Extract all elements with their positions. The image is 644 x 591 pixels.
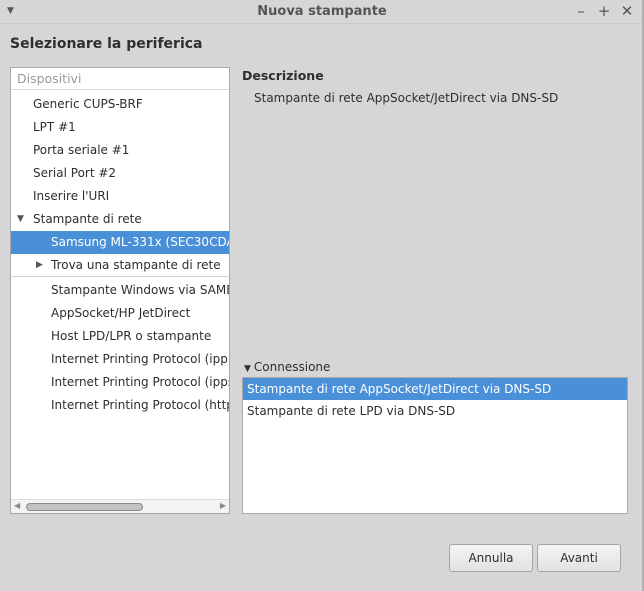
device-item-serial1[interactable]: Porta seriale #1	[11, 139, 229, 162]
expander-down-icon: ▼	[244, 364, 251, 374]
cancel-button[interactable]: Annulla	[449, 544, 533, 572]
device-item-serial2[interactable]: Serial Port #2	[11, 162, 229, 185]
device-item-label: LPT #1	[33, 120, 76, 134]
connection-list[interactable]: Stampante di rete AppSocket/JetDirect vi…	[242, 377, 628, 514]
device-item-label: AppSocket/HP JetDirect	[51, 306, 191, 320]
expander-down-icon[interactable]: ▼	[17, 208, 24, 231]
connection-item-lpd-dnssd[interactable]: Stampante di rete LPD via DNS-SD	[243, 400, 627, 422]
device-group-network-printer[interactable]: ▼ Stampante di rete	[11, 208, 229, 231]
connection-label: Connessione	[253, 360, 331, 374]
device-item-label: Internet Printing Protocol (ipps)	[51, 375, 229, 389]
device-item-label: Stampante Windows via SAMBA	[51, 283, 229, 297]
device-item-generic-cups-brf[interactable]: Generic CUPS-BRF	[11, 93, 229, 116]
device-group-find-network-printer[interactable]: ▶ Trova una stampante di rete	[11, 254, 229, 277]
device-item-samsung-ml331x[interactable]: Samsung ML-331x (SEC30CDA7	[11, 231, 229, 254]
scroll-left-icon[interactable]: ◀	[14, 501, 20, 510]
expander-right-icon[interactable]: ▶	[36, 254, 43, 276]
scrollbar-thumb[interactable]	[26, 503, 143, 511]
window-title: Nuova stampante	[257, 4, 387, 19]
device-item-https[interactable]: Internet Printing Protocol (https)	[11, 394, 229, 417]
device-item-ipp[interactable]: Internet Printing Protocol (ipp)	[11, 348, 229, 371]
connection-item-appsocket-dnssd[interactable]: Stampante di rete AppSocket/JetDirect vi…	[243, 378, 627, 400]
description-label: Descrizione	[242, 68, 324, 83]
device-item-label: Porta seriale #1	[33, 143, 130, 157]
connection-expander[interactable]: ▼ Connessione	[244, 360, 330, 374]
device-item-label: Stampante di rete	[33, 212, 142, 226]
device-item-label: Serial Port #2	[33, 166, 117, 180]
device-item-label: Internet Printing Protocol (ipp)	[51, 352, 229, 366]
device-item-windows-samba[interactable]: Stampante Windows via SAMBA	[11, 279, 229, 302]
device-item-label: Generic CUPS-BRF	[33, 97, 143, 111]
device-item-ipps[interactable]: Internet Printing Protocol (ipps)	[11, 371, 229, 394]
devices-column-header[interactable]: Dispositivi	[11, 68, 229, 90]
horizontal-scrollbar[interactable]: ◀ ▶	[11, 499, 229, 513]
device-item-label: Inserire l'URI	[33, 189, 110, 203]
page-title: Selezionare la periferica	[10, 36, 203, 52]
scroll-right-icon[interactable]: ▶	[220, 501, 226, 510]
description-text: Stampante di rete AppSocket/JetDirect vi…	[254, 91, 559, 105]
device-item-lpd-lpr-host[interactable]: Host LPD/LPR o stampante	[11, 325, 229, 348]
device-item-label: Samsung ML-331x (SEC30CDA7	[51, 235, 229, 249]
maximize-button[interactable]: +	[595, 2, 613, 20]
title-bar: ▼ Nuova stampante – + ✕	[0, 0, 644, 24]
device-item-label: Host LPD/LPR o stampante	[51, 329, 212, 343]
device-item-label: Trova una stampante di rete	[51, 258, 221, 272]
next-button[interactable]: Avanti	[537, 544, 621, 572]
device-item-appsocket-jetdirect[interactable]: AppSocket/HP JetDirect	[11, 302, 229, 325]
device-item-label: Internet Printing Protocol (https)	[51, 398, 229, 412]
close-button[interactable]: ✕	[618, 2, 636, 20]
device-item-lpt1[interactable]: LPT #1	[11, 116, 229, 139]
devices-list[interactable]: Dispositivi Generic CUPS-BRF LPT #1 Port…	[10, 67, 230, 514]
minimize-button[interactable]: –	[572, 2, 590, 20]
device-item-enter-uri[interactable]: Inserire l'URI	[11, 185, 229, 208]
